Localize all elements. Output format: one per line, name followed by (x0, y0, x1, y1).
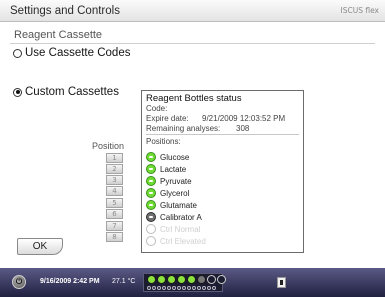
reagent-item-glucose: Glucose (146, 151, 189, 163)
reagent-name: Pyruvate (160, 176, 192, 186)
green-check-icon (146, 188, 156, 198)
reagent-item-lactate: Lactate (146, 163, 186, 175)
window-title: Settings and Controls (10, 5, 120, 17)
reagent-name: Glycerol (160, 188, 190, 198)
status-datetime: 9/16/2009 2:42 PM (40, 278, 100, 285)
page-subtitle: Reagent Cassette (14, 29, 103, 41)
position-button-1[interactable]: 1 (106, 153, 123, 163)
code-label: Code: (146, 104, 168, 113)
expire-date-label: Expire date: (146, 114, 189, 123)
cassette-tray-indicator (143, 273, 226, 292)
remaining-analyses-value: 308 (236, 124, 250, 133)
position-button-4[interactable]: 4 (106, 186, 123, 196)
positions-label: Positions: (146, 137, 181, 146)
remaining-analyses-label: Remaining analyses: (146, 124, 221, 133)
reagent-name: Glutamate (160, 200, 197, 210)
reagent-name: Lactate (160, 164, 187, 174)
reagent-name: Calibrator A (160, 212, 202, 222)
reagent-name: Ctrl Normal (160, 224, 201, 234)
reagent-name: Ctrl Elevated (160, 236, 206, 246)
expire-date-value: 9/21/2009 12:03:52 PM (202, 114, 286, 123)
status-divider (146, 134, 299, 135)
brand-logo: ISCUS flex (340, 6, 380, 15)
ok-button[interactable]: OK (17, 238, 63, 255)
reagent-item-ctrl-normal: Ctrl Normal (146, 223, 200, 235)
position-button-2[interactable]: 2 (106, 164, 123, 174)
status-panel-title: Reagent Bottles status (146, 93, 242, 104)
green-check-icon (146, 152, 156, 162)
empty-circle-icon (146, 236, 156, 246)
empty-circle-icon (146, 224, 156, 234)
gray-check-icon (146, 212, 156, 222)
custom-cassettes-radio[interactable] (13, 87, 22, 97)
green-check-icon (146, 200, 156, 210)
tray-bottle-row (147, 275, 226, 284)
reagent-item-glutamate: Glutamate (146, 199, 197, 211)
reagent-item-pyruvate: Pyruvate (146, 175, 192, 187)
position-label: Position (92, 141, 125, 151)
title-bar: Settings and Controls ISCUS flex (0, 0, 385, 22)
green-check-icon (146, 176, 156, 186)
custom-cassettes-label: Custom Cassettes (25, 86, 119, 98)
sd-card-icon[interactable] (277, 277, 286, 288)
reagent-name: Glucose (160, 152, 190, 162)
reagent-item-calibrator-a: Calibrator A (146, 211, 202, 223)
status-bar: ⏻ 9/16/2009 2:42 PM 27.1 °C (0, 268, 385, 297)
tray-vial-row (147, 286, 216, 290)
reagent-bottles-status-panel: Reagent Bottles status Code: Expire date… (141, 90, 304, 253)
position-button-3[interactable]: 3 (106, 175, 123, 185)
position-button-7[interactable]: 7 (106, 221, 123, 231)
position-button-8[interactable]: 8 (106, 232, 123, 242)
power-icon[interactable]: ⏻ (12, 275, 26, 289)
reagent-item-ctrl-elevated: Ctrl Elevated (146, 235, 206, 247)
green-check-icon (146, 164, 156, 174)
reagent-item-glycerol: Glycerol (146, 187, 189, 199)
use-cassette-codes-radio[interactable] (13, 48, 22, 58)
section-divider (10, 43, 375, 44)
position-button-5[interactable]: 5 (106, 198, 123, 208)
use-cassette-codes-option[interactable]: Use Cassette Codes (13, 47, 130, 59)
use-cassette-codes-label: Use Cassette Codes (25, 47, 131, 59)
custom-cassettes-option[interactable]: Custom Cassettes (13, 86, 119, 98)
status-temperature: 27.1 °C (112, 278, 136, 285)
position-button-6[interactable]: 6 (106, 209, 123, 219)
